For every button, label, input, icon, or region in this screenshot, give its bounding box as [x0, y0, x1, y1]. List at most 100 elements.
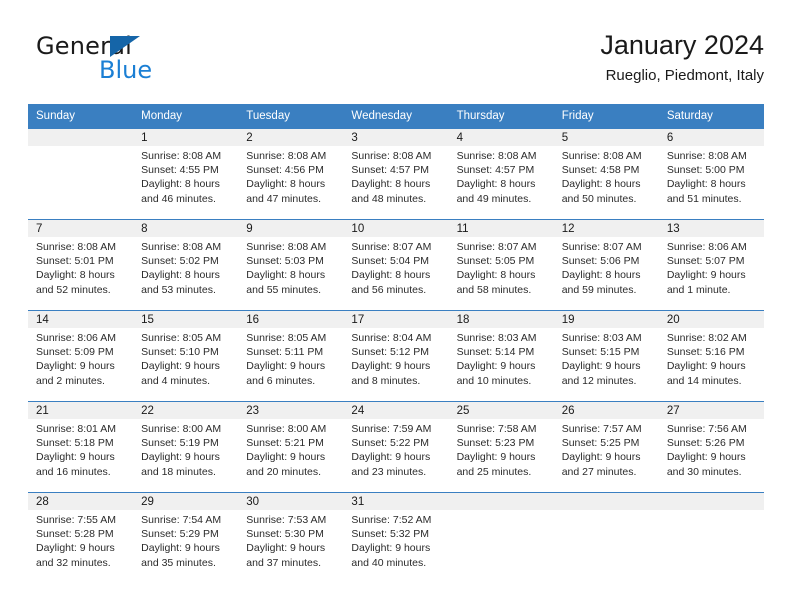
calendar-day-cell[interactable]: 7 Sunrise: 8:08 AM Sunset: 5:01 PM Daylight… [28, 219, 134, 311]
day-sun-info: Sunrise: 7:55 AM Sunset: 5:28 PM Daylight:… [28, 510, 133, 570]
day-number: 29 [133, 493, 239, 510]
sunset-text: Sunset: 5:16 PM [666, 346, 745, 359]
calendar-day-cell[interactable]: 18 Sunrise: 8:03 AM Sunset: 5:14 PM Dayligh… [448, 310, 554, 402]
daylight-text-line2: and 4 minutes. [141, 374, 211, 387]
day-sun-info: Sunrise: 7:52 AM Sunset: 5:32 PM Daylight:… [343, 510, 448, 570]
calendar-day-cell[interactable]: 14 Sunrise: 8:06 AM Sunset: 5:09 PM Dayligh… [28, 310, 134, 402]
calendar-day-cell[interactable]: 16 Sunrise: 8:05 AM Sunset: 5:11 PM Dayligh… [238, 310, 344, 402]
day-sun-info: Sunrise: 8:08 AM Sunset: 4:58 PM Daylight:… [554, 146, 659, 206]
calendar-day-cell[interactable]: 8 Sunrise: 8:08 AM Sunset: 5:02 PM Daylight… [133, 219, 239, 311]
day-number: 22 [133, 402, 239, 419]
daylight-text-line1: Daylight: 8 hours [351, 178, 431, 191]
sunset-text: Sunset: 4:58 PM [561, 164, 640, 177]
day-sun-info: Sunrise: 8:08 AM Sunset: 5:00 PM Daylight:… [659, 146, 764, 206]
day-number [553, 493, 659, 510]
day-cell-content: 27 Sunrise: 7:56 AM Sunset: 5:26 PM Dayligh… [658, 402, 764, 492]
daylight-text-line2: and 52 minutes. [36, 283, 111, 296]
sunrise-text: Sunrise: 7:59 AM [351, 423, 432, 435]
day-sun-info: Sunrise: 8:08 AM Sunset: 4:57 PM Daylight:… [449, 146, 554, 206]
daylight-text-line1: Daylight: 9 hours [561, 360, 641, 373]
daylight-text-line1: Daylight: 9 hours [561, 451, 641, 464]
sunset-text: Sunset: 5:32 PM [351, 528, 430, 541]
daylight-text-line2: and 48 minutes. [351, 192, 427, 205]
calendar-day-cell[interactable]: 1 Sunrise: 8:08 AM Sunset: 4:55 PM Daylight… [133, 128, 239, 220]
sunset-text: Sunset: 4:56 PM [246, 164, 324, 177]
day-number: 9 [238, 220, 344, 237]
day-sun-info: Sunrise: 8:08 AM Sunset: 5:01 PM Daylight:… [28, 237, 133, 297]
sunrise-text: Sunrise: 8:06 AM [666, 241, 747, 253]
sunrise-text: Sunrise: 8:08 AM [666, 150, 747, 162]
sunset-text: Sunset: 5:11 PM [246, 346, 324, 359]
day-number: 28 [28, 493, 134, 510]
calendar-day-cell[interactable]: 6 Sunrise: 8:08 AM Sunset: 5:00 PM Daylight… [658, 128, 764, 220]
day-cell-content [553, 493, 659, 581]
daylight-text-line2: and 35 minutes. [141, 556, 216, 569]
page-header: General Blue January 2024 Rueglio, Piedm… [28, 28, 764, 90]
daylight-text-line2: and 58 minutes. [456, 283, 532, 296]
calendar-day-cell[interactable]: 20 Sunrise: 8:02 AM Sunset: 5:16 PM Dayligh… [658, 310, 764, 402]
day-number: 27 [658, 402, 764, 419]
daylight-text-line2: and 40 minutes. [351, 556, 427, 569]
day-cell-content: 16 Sunrise: 8:05 AM Sunset: 5:11 PM Dayligh… [238, 311, 344, 401]
day-sun-info: Sunrise: 8:05 AM Sunset: 5:11 PM Daylight:… [238, 328, 343, 388]
daylight-text-line2: and 2 minutes. [36, 374, 105, 387]
day-sun-info: Sunrise: 7:57 AM Sunset: 5:25 PM Daylight:… [554, 419, 659, 479]
day-cell-content: 21 Sunrise: 8:01 AM Sunset: 5:18 PM Dayligh… [28, 402, 134, 492]
calendar-day-cell[interactable]: 10 Sunrise: 8:07 AM Sunset: 5:04 PM Dayligh… [343, 219, 449, 311]
day-sun-info: Sunrise: 8:04 AM Sunset: 5:12 PM Daylight:… [343, 328, 448, 388]
day-number [448, 493, 554, 510]
sunset-text: Sunset: 5:10 PM [141, 346, 219, 359]
day-cell-content [448, 493, 554, 581]
daylight-text-line1: Daylight: 9 hours [141, 360, 220, 373]
calendar-day-cell[interactable]: 11 Sunrise: 8:07 AM Sunset: 5:05 PM Dayligh… [448, 219, 554, 311]
daylight-text-line1: Daylight: 8 hours [141, 178, 220, 191]
calendar-day-cell[interactable]: 31 Sunrise: 7:52 AM Sunset: 5:32 PM Dayligh… [343, 492, 449, 581]
calendar-day-cell[interactable]: 5 Sunrise: 8:08 AM Sunset: 4:58 PM Daylight… [553, 128, 659, 220]
sunrise-text: Sunrise: 8:00 AM [246, 423, 327, 435]
calendar-day-cell[interactable]: 24 Sunrise: 7:59 AM Sunset: 5:22 PM Dayligh… [343, 401, 449, 493]
calendar-day-cell[interactable]: 30 Sunrise: 7:53 AM Sunset: 5:30 PM Dayligh… [238, 492, 344, 581]
day-sun-info [659, 510, 764, 513]
calendar-day-cell[interactable]: 29 Sunrise: 7:54 AM Sunset: 5:29 PM Dayligh… [133, 492, 239, 581]
sunrise-text: Sunrise: 8:07 AM [456, 241, 537, 253]
sunrise-text: Sunrise: 8:01 AM [36, 423, 116, 435]
day-cell-content: 13 Sunrise: 8:06 AM Sunset: 5:07 PM Dayligh… [658, 220, 764, 310]
daylight-text-line2: and 49 minutes. [456, 192, 532, 205]
calendar-day-cell[interactable]: 15 Sunrise: 8:05 AM Sunset: 5:10 PM Dayligh… [133, 310, 239, 402]
day-sun-info: Sunrise: 7:53 AM Sunset: 5:30 PM Daylight:… [238, 510, 343, 570]
calendar-day-cell[interactable]: 26 Sunrise: 7:57 AM Sunset: 5:25 PM Dayligh… [553, 401, 659, 493]
day-cell-content: 15 Sunrise: 8:05 AM Sunset: 5:10 PM Dayligh… [133, 311, 239, 401]
calendar-day-cell[interactable]: 13 Sunrise: 8:06 AM Sunset: 5:07 PM Dayligh… [658, 219, 764, 311]
calendar-day-cell[interactable]: 3 Sunrise: 8:08 AM Sunset: 4:57 PM Daylight… [343, 128, 449, 220]
sunrise-text: Sunrise: 8:05 AM [246, 332, 327, 344]
day-cell-content [658, 493, 764, 581]
general-blue-logo: General Blue [36, 32, 216, 88]
calendar-day-cell[interactable]: 17 Sunrise: 8:04 AM Sunset: 5:12 PM Dayligh… [343, 310, 449, 402]
daylight-text-line2: and 59 minutes. [561, 283, 637, 296]
calendar-day-cell[interactable]: 9 Sunrise: 8:08 AM Sunset: 5:03 PM Daylight… [238, 219, 344, 311]
calendar-day-cell[interactable]: 21 Sunrise: 8:01 AM Sunset: 5:18 PM Dayligh… [28, 401, 134, 493]
day-number: 6 [658, 129, 764, 146]
sunrise-text: Sunrise: 7:52 AM [351, 514, 432, 526]
calendar-day-cell [28, 128, 134, 220]
day-cell-content: 14 Sunrise: 8:06 AM Sunset: 5:09 PM Dayligh… [28, 311, 134, 401]
page-title: January 2024 [600, 30, 764, 60]
sunset-text: Sunset: 5:30 PM [246, 528, 324, 541]
weekday-header-thursday: Thursday [448, 104, 554, 129]
day-number: 10 [343, 220, 449, 237]
sunset-text: Sunset: 4:57 PM [351, 164, 430, 177]
daylight-text-line1: Daylight: 9 hours [36, 542, 115, 555]
calendar-day-cell[interactable]: 22 Sunrise: 8:00 AM Sunset: 5:19 PM Dayligh… [133, 401, 239, 493]
calendar-day-cell[interactable]: 19 Sunrise: 8:03 AM Sunset: 5:15 PM Dayligh… [553, 310, 659, 402]
day-number: 31 [343, 493, 449, 510]
sunset-text: Sunset: 4:57 PM [456, 164, 535, 177]
calendar-day-cell[interactable]: 2 Sunrise: 8:08 AM Sunset: 4:56 PM Daylight… [238, 128, 344, 220]
calendar-day-cell[interactable]: 27 Sunrise: 7:56 AM Sunset: 5:26 PM Dayligh… [658, 401, 764, 493]
day-sun-info: Sunrise: 8:00 AM Sunset: 5:21 PM Daylight:… [238, 419, 343, 479]
day-number: 16 [238, 311, 344, 328]
calendar-day-cell[interactable]: 23 Sunrise: 8:00 AM Sunset: 5:21 PM Dayligh… [238, 401, 344, 493]
calendar-day-cell[interactable]: 28 Sunrise: 7:55 AM Sunset: 5:28 PM Dayligh… [28, 492, 134, 581]
calendar-day-cell[interactable]: 12 Sunrise: 8:07 AM Sunset: 5:06 PM Dayligh… [553, 219, 659, 311]
calendar-day-cell[interactable]: 4 Sunrise: 8:08 AM Sunset: 4:57 PM Daylight… [448, 128, 554, 220]
calendar-day-cell[interactable]: 25 Sunrise: 7:58 AM Sunset: 5:23 PM Dayligh… [448, 401, 554, 493]
